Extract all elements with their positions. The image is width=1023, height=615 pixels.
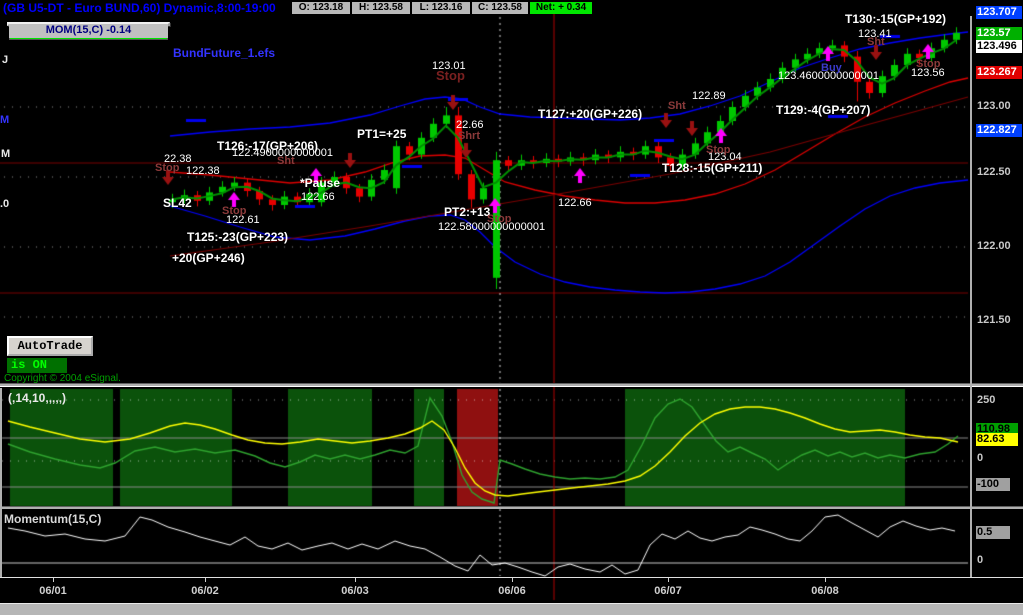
oscillator-axis-label: 0 — [977, 452, 984, 464]
stop-marker-label: Sht — [668, 100, 686, 112]
oscillator-study-label: (,14,10,,,,,) — [8, 391, 67, 405]
trade-annotation: SL42 — [163, 196, 192, 210]
chart-canvas[interactable] — [0, 0, 1023, 615]
window-bottom-strip — [0, 603, 1023, 615]
stop-marker-label: Stop — [487, 213, 512, 225]
background-text-fragment: M — [1, 148, 11, 160]
price-axis-label: 122.827 — [976, 124, 1022, 137]
background-text-fragment: J — [2, 54, 9, 66]
autotrade-button[interactable]: AutoTrade — [7, 336, 93, 356]
stop-marker-label: Sht — [867, 36, 885, 48]
stop-marker-label: Stop — [916, 58, 941, 70]
date-axis-label: 06/02 — [191, 585, 219, 597]
price-annotation: 122.38 — [186, 165, 220, 177]
date-axis-label: 06/03 — [341, 585, 369, 597]
efs-script-label: BundFuture_1.efs — [173, 46, 276, 60]
trade-annotation: T128:-15(GP+211) — [662, 161, 763, 175]
net-change-badge: Net: + 0.34 — [530, 2, 592, 14]
oscillator-axis-label: 250 — [977, 394, 996, 406]
stop-marker-label: Stop — [155, 162, 180, 174]
stop-marker-label: Sht — [277, 155, 295, 167]
price-axis-label: 122.00 — [977, 240, 1011, 252]
price-annotation: 122.66 — [558, 197, 592, 209]
app-window: (GB U5-DT - Euro BUND,60) Dynamic,8:00-1… — [0, 0, 1023, 615]
stop-marker-label: Stop — [222, 205, 247, 217]
price-axis-label: 123.496 — [976, 40, 1022, 53]
price-annotation: 122.89 — [692, 90, 726, 102]
autotrade-status-badge: is ON — [7, 358, 67, 373]
panel-right-frame — [970, 16, 972, 577]
trade-annotation: PT1=+25 — [357, 127, 407, 141]
copyright-text: Copyright © 2004 eSignal. — [4, 373, 121, 384]
background-text-fragment: .0 — [0, 198, 10, 210]
trade-annotation: +20(GP+246) — [172, 251, 245, 265]
stop-marker-label: Stop — [706, 144, 731, 156]
price-axis-label: 123.57 — [976, 27, 1022, 40]
date-axis-label: 06/06 — [498, 585, 526, 597]
axis-tick — [355, 578, 356, 582]
date-axis-label: 06/08 — [811, 585, 839, 597]
trade-annotation: T125:-23(GP+223) — [187, 230, 289, 244]
price-axis-label: 123.267 — [976, 66, 1022, 79]
panel-divider[interactable] — [0, 383, 1023, 387]
data-window-row: MOM(15,C) -0.14 — [9, 24, 168, 38]
oscillator-axis-label: -100 — [976, 478, 1010, 491]
trade-annotation: T127:+20(GP+226) — [538, 107, 643, 121]
axis-tick — [512, 578, 513, 582]
buy-marker-label: Buy — [821, 62, 842, 74]
date-axis-label: 06/01 — [39, 585, 67, 597]
axis-tick — [205, 578, 206, 582]
background-text-fragment: M — [0, 114, 10, 126]
axis-tick — [825, 578, 826, 582]
price-axis-label: 121.50 — [977, 314, 1011, 326]
cursor-data-window[interactable]: okSymbol: GB U5-DT,60Date: 06/06/05Time:… — [7, 22, 170, 40]
momentum-axis-label: 0 — [977, 554, 984, 566]
axis-tick — [668, 578, 669, 582]
trade-annotation: PT2:+13 — [444, 205, 491, 219]
quote-high: H: 123.58 — [352, 2, 410, 14]
panel-left-frame — [0, 388, 2, 577]
trade-annotation: *Pause — [300, 176, 341, 190]
price-axis-label: 123.00 — [977, 100, 1011, 112]
chart-title: (GB U5-DT - Euro BUND,60) Dynamic,8:00-1… — [3, 1, 276, 15]
axis-tick — [53, 578, 54, 582]
quote-open: O: 123.18 — [292, 2, 350, 14]
date-axis-label: 06/07 — [654, 585, 682, 597]
quote-low: L: 123.16 — [412, 2, 470, 14]
momentum-study-label: Momentum(15,C) — [4, 512, 102, 526]
price-axis-label: 123.707 — [976, 6, 1022, 19]
stop-marker-label: Stop — [436, 68, 465, 83]
trade-annotation: T130:-15(GP+192) — [845, 12, 947, 26]
momentum-axis-label: 0.5 — [976, 526, 1010, 539]
quote-close: C: 123.58 — [472, 2, 528, 14]
trade-annotation: T129:-4(GP+207) — [776, 103, 871, 117]
price-axis-label: 122.50 — [977, 166, 1011, 178]
stop-marker-label: Shrt — [458, 130, 480, 142]
price-annotation: 122.66 — [301, 191, 335, 203]
panel-divider[interactable] — [0, 506, 1023, 509]
oscillator-axis-label: 82.63 — [976, 433, 1018, 446]
